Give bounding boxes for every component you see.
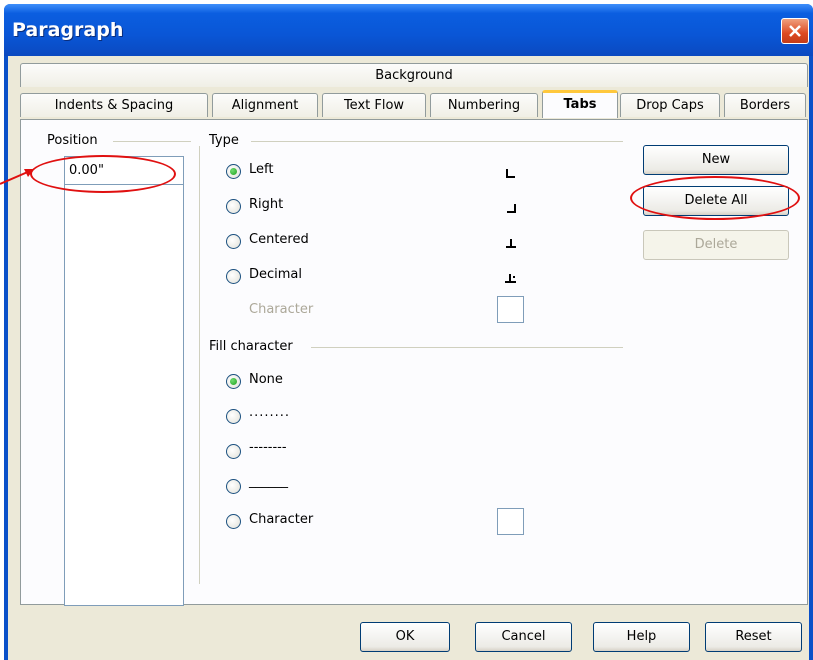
fill-character-label: Fill character	[209, 339, 293, 354]
position-highlight-ellipse	[30, 155, 176, 193]
fill-character-option-label: Character	[249, 512, 314, 527]
annotation-arrow-icon	[0, 169, 34, 185]
ok-button[interactable]: OK	[360, 622, 450, 652]
center-tab-icon	[506, 239, 516, 248]
type-rule	[251, 141, 623, 142]
type-character-field[interactable]	[497, 296, 524, 323]
tab-drop-caps-label: Drop Caps	[636, 98, 704, 113]
position-rule	[113, 141, 191, 142]
tab-alignment[interactable]: Alignment	[212, 93, 318, 117]
reset-button[interactable]: Reset	[705, 622, 802, 652]
tab-drop-caps[interactable]: Drop Caps	[620, 93, 720, 117]
new-button[interactable]: New	[643, 145, 789, 175]
delete-button-label: Delete	[694, 237, 738, 252]
fill-dashes-radio[interactable]	[226, 444, 241, 459]
close-icon	[789, 25, 801, 37]
delete-all-highlight-ellipse	[630, 176, 800, 220]
tab-alignment-label: Alignment	[231, 98, 299, 113]
type-left-label: Left	[249, 162, 274, 177]
tab-numbering-label: Numbering	[447, 98, 521, 113]
right-tab-icon	[507, 204, 516, 213]
type-character-label: Character	[249, 302, 314, 317]
type-right-label: Right	[249, 197, 284, 212]
dialog-client: Background Indents & Spacing Alignment T…	[8, 56, 809, 660]
cancel-button-label: Cancel	[501, 629, 546, 644]
fill-character-radio[interactable]	[226, 514, 241, 529]
tab-background-label: Background	[375, 68, 453, 83]
fill-underline-radio[interactable]	[226, 479, 241, 494]
tab-indents-spacing-label: Indents & Spacing	[54, 98, 174, 113]
type-right-radio[interactable]	[226, 199, 241, 214]
fill-none-label: None	[249, 372, 283, 387]
position-list[interactable]: 0.00"	[64, 156, 184, 606]
fill-rule	[311, 347, 623, 348]
fill-dots-radio[interactable]	[226, 409, 241, 424]
dialog-title: Paragraph	[12, 19, 124, 41]
title-bar[interactable]: Paragraph	[4, 4, 813, 56]
tab-borders-label: Borders	[739, 98, 791, 113]
help-button[interactable]: Help	[593, 622, 690, 652]
left-tab-icon	[506, 169, 515, 178]
fill-dots-label: ........	[249, 405, 291, 420]
type-centered-radio[interactable]	[226, 234, 241, 249]
delete-button: Delete	[643, 230, 789, 260]
cancel-button[interactable]: Cancel	[475, 622, 572, 652]
tab-indents-spacing[interactable]: Indents & Spacing	[20, 93, 208, 117]
close-button[interactable]	[781, 18, 809, 44]
new-button-label: New	[701, 152, 731, 167]
type-decimal-label: Decimal	[249, 267, 303, 282]
tab-borders[interactable]: Borders	[724, 93, 806, 117]
reset-button-label: Reset	[735, 629, 772, 644]
type-centered-label: Centered	[249, 232, 309, 247]
tab-tabs[interactable]: Tabs	[542, 90, 618, 118]
fill-character-field[interactable]	[497, 508, 524, 535]
tab-tabs-label: Tabs	[563, 97, 597, 112]
tab-text-flow[interactable]: Text Flow	[322, 93, 426, 117]
paragraph-dialog: Paragraph Background Indents & Spacing A…	[4, 4, 813, 660]
fill-dashes-label: --------	[249, 440, 287, 455]
decimal-tab-icon	[505, 274, 516, 283]
ok-button-label: OK	[395, 629, 415, 644]
panel-divider	[199, 146, 200, 584]
position-label: Position	[47, 133, 98, 148]
tab-background[interactable]: Background	[20, 63, 808, 87]
type-left-radio[interactable]	[226, 164, 241, 179]
help-button-label: Help	[626, 629, 657, 644]
type-label: Type	[209, 133, 239, 148]
tab-text-flow-label: Text Flow	[343, 98, 405, 113]
fill-underline-label: ______	[249, 474, 288, 489]
type-decimal-radio[interactable]	[226, 269, 241, 284]
fill-none-radio[interactable]	[226, 374, 241, 389]
tab-numbering[interactable]: Numbering	[430, 93, 538, 117]
